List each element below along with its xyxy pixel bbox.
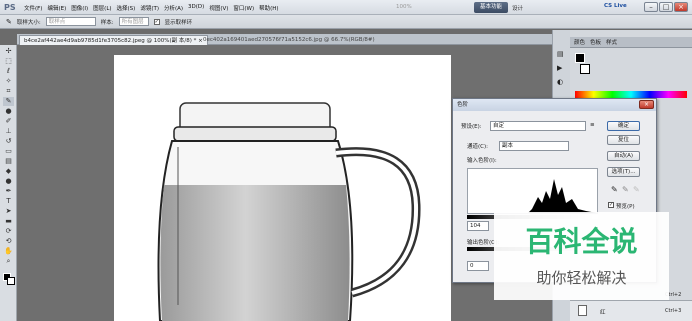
path-select-tool-icon[interactable]: ➤ <box>3 207 14 216</box>
watermark: 百科全说 助你轻松解决 <box>494 212 669 300</box>
marquee-tool-icon[interactable]: ⬚ <box>3 57 14 66</box>
eyedropper-icon[interactable]: ✎ <box>6 18 12 26</box>
input-black-value[interactable]: 104 <box>467 221 489 231</box>
menu-list: 文件(F) 编辑(E) 图像(I) 图层(L) 选择(S) 滤镜(T) 分析(A) 3D(D)… <box>24 4 279 12</box>
tab-document-2[interactable]: 0ec402a169401aed270576f71a5152c6.jpg @ 6… <box>199 35 379 45</box>
adjustments-panel-icon[interactable]: ◐ <box>557 78 563 86</box>
sample-size-label: 取样大小: <box>16 19 41 26</box>
options-bar: ✎ 取样大小: 取样点 样本: 所有图层 ✓ 显示取样环 <box>0 15 692 29</box>
tab-swatches[interactable]: 色板 <box>590 38 601 48</box>
document-tab-bar: b4ce2af442ae4d9ab9785d1fe3705c82.jpeg @ … <box>17 34 552 45</box>
essentials-button[interactable]: 基本功能 <box>474 2 508 13</box>
dodge-tool-icon[interactable]: ● <box>3 177 14 186</box>
show-ring-checkbox[interactable]: ✓ <box>153 18 160 25</box>
menu-item[interactable]: 图层(L) <box>93 4 111 12</box>
layer-row[interactable]: 红 Ctrl+2 Ctrl+3 <box>570 292 692 321</box>
menu-item[interactable]: 编辑(E) <box>47 4 66 12</box>
toolbox: ✢ ⬚ ℓ ✧ ⌗ ✎ ● ✐ ⊥ ↺ ▭ ▤ ◆ ● ✒ T ➤ ▬ ⟳ ⟲ … <box>0 45 17 321</box>
options-button[interactable]: 选项(T)... <box>607 167 640 177</box>
tab-document-1[interactable]: b4ce2af442ae4d9ab9785d1fe3705c82.jpeg @ … <box>19 35 208 45</box>
pen-tool-icon[interactable]: ✒ <box>3 187 14 196</box>
ok-button[interactable]: 确定 <box>607 121 640 131</box>
layer-thumbnail <box>578 305 587 316</box>
preset-select[interactable]: 自定 <box>490 121 586 131</box>
menu-item[interactable]: 帮助(H) <box>259 4 278 12</box>
3d-camera-tool-icon[interactable]: ⟲ <box>3 237 14 246</box>
lasso-tool-icon[interactable]: ℓ <box>3 67 14 76</box>
restore-icon[interactable]: □ <box>659 2 673 12</box>
histogram-graph <box>468 179 597 213</box>
background-color-swatch[interactable] <box>7 277 15 285</box>
healing-tool-icon[interactable]: ● <box>3 107 14 116</box>
auto-button[interactable]: 自动(A) <box>607 151 640 161</box>
panel-background-swatch[interactable] <box>580 64 590 74</box>
preview-checkbox[interactable]: ✓ <box>608 202 614 208</box>
stamp-tool-icon[interactable]: ⊥ <box>3 127 14 136</box>
menu-item[interactable]: 文件(F) <box>24 4 42 12</box>
eyedropper-tool-icon[interactable]: ✎ <box>3 97 14 106</box>
3d-rotate-tool-icon[interactable]: ⟳ <box>3 227 14 236</box>
shortcut-label-2: Ctrl+3 <box>665 308 682 314</box>
preset-menu-icon[interactable]: ≡ <box>590 122 595 128</box>
zoom-level[interactable]: 100% <box>396 4 412 10</box>
show-ring-label: 显示取样环 <box>164 19 193 26</box>
minimize-icon[interactable]: – <box>644 2 658 12</box>
history-brush-tool-icon[interactable]: ↺ <box>3 137 14 146</box>
channel-label: 通道(C): <box>467 144 488 150</box>
sample-select[interactable]: 所有图层 <box>118 17 149 26</box>
sample-size-select[interactable]: 取样点 <box>45 17 96 26</box>
history-panel-icon[interactable]: ▤ <box>557 50 564 58</box>
sample-label: 样本: <box>100 19 114 26</box>
close-icon[interactable]: × <box>674 2 688 12</box>
document-canvas[interactable] <box>114 55 451 321</box>
tab-document-1-label: b4ce2af442ae4d9ab9785d1fe3705c82.jpeg @ … <box>24 38 197 44</box>
white-eyedropper-icon[interactable]: ✎ <box>633 185 640 194</box>
menu-item[interactable]: 选择(S) <box>117 4 136 12</box>
watermark-title: 百科全说 <box>525 225 638 258</box>
color-spectrum-bar[interactable] <box>575 91 687 98</box>
histogram <box>467 168 598 214</box>
photoshop-logo: PS <box>4 3 16 12</box>
gradient-tool-icon[interactable]: ▤ <box>3 157 14 166</box>
preset-label: 预设(E): <box>461 124 482 130</box>
channel-select[interactable]: 副本 <box>499 141 569 151</box>
watermark-subtitle: 助你轻松解决 <box>536 269 627 287</box>
hand-tool-icon[interactable]: ✋ <box>3 247 14 256</box>
menu-item[interactable]: 视图(V) <box>209 4 228 12</box>
crop-tool-icon[interactable]: ⌗ <box>3 87 14 96</box>
move-tool-icon[interactable]: ✢ <box>3 47 14 56</box>
zoom-tool-icon[interactable]: ⌕ <box>3 257 14 266</box>
blur-tool-icon[interactable]: ◆ <box>3 167 14 176</box>
menu-item[interactable]: 3D(D) <box>188 4 204 12</box>
preview-label: 预览(P) <box>616 204 635 210</box>
menu-item[interactable]: 分析(A) <box>164 4 183 12</box>
type-tool-icon[interactable]: T <box>3 197 14 206</box>
output-black-value[interactable]: 0 <box>467 261 489 271</box>
layer-name: 红 <box>600 310 606 316</box>
menu-item[interactable]: 滤镜(T) <box>140 4 159 12</box>
color-panel-tabs: 颜色 色板 样式 <box>570 37 692 48</box>
menu-bar: PS 文件(F) 编辑(E) 图像(I) 图层(L) 选择(S) 滤镜(T) 分析(A) 3D… <box>0 0 692 15</box>
input-levels-label: 输入色阶(I): <box>467 158 497 164</box>
panel-foreground-swatch[interactable] <box>575 53 585 63</box>
tab-styles[interactable]: 样式 <box>606 38 617 48</box>
design-workspace-link[interactable]: 设计 <box>512 4 523 12</box>
tab-color[interactable]: 颜色 <box>574 38 585 48</box>
reset-button[interactable]: 复位 <box>607 135 640 145</box>
gray-eyedropper-icon[interactable]: ✎ <box>622 185 629 194</box>
brush-tool-icon[interactable]: ✐ <box>3 117 14 126</box>
menu-item[interactable]: 窗口(W) <box>233 4 254 12</box>
eraser-tool-icon[interactable]: ▭ <box>3 147 14 156</box>
actions-panel-icon[interactable]: ▶ <box>557 64 562 72</box>
dialog-close-icon[interactable]: × <box>639 100 654 109</box>
shape-tool-icon[interactable]: ▬ <box>3 217 14 226</box>
black-eyedropper-icon[interactable]: ✎ <box>611 185 618 194</box>
dialog-title: 色阶 <box>453 99 656 111</box>
menu-item[interactable]: 图像(I) <box>71 4 88 12</box>
glass-mug-image <box>157 102 421 321</box>
quick-select-tool-icon[interactable]: ✧ <box>3 77 14 86</box>
cs-live-button[interactable]: CS Live <box>604 3 627 9</box>
